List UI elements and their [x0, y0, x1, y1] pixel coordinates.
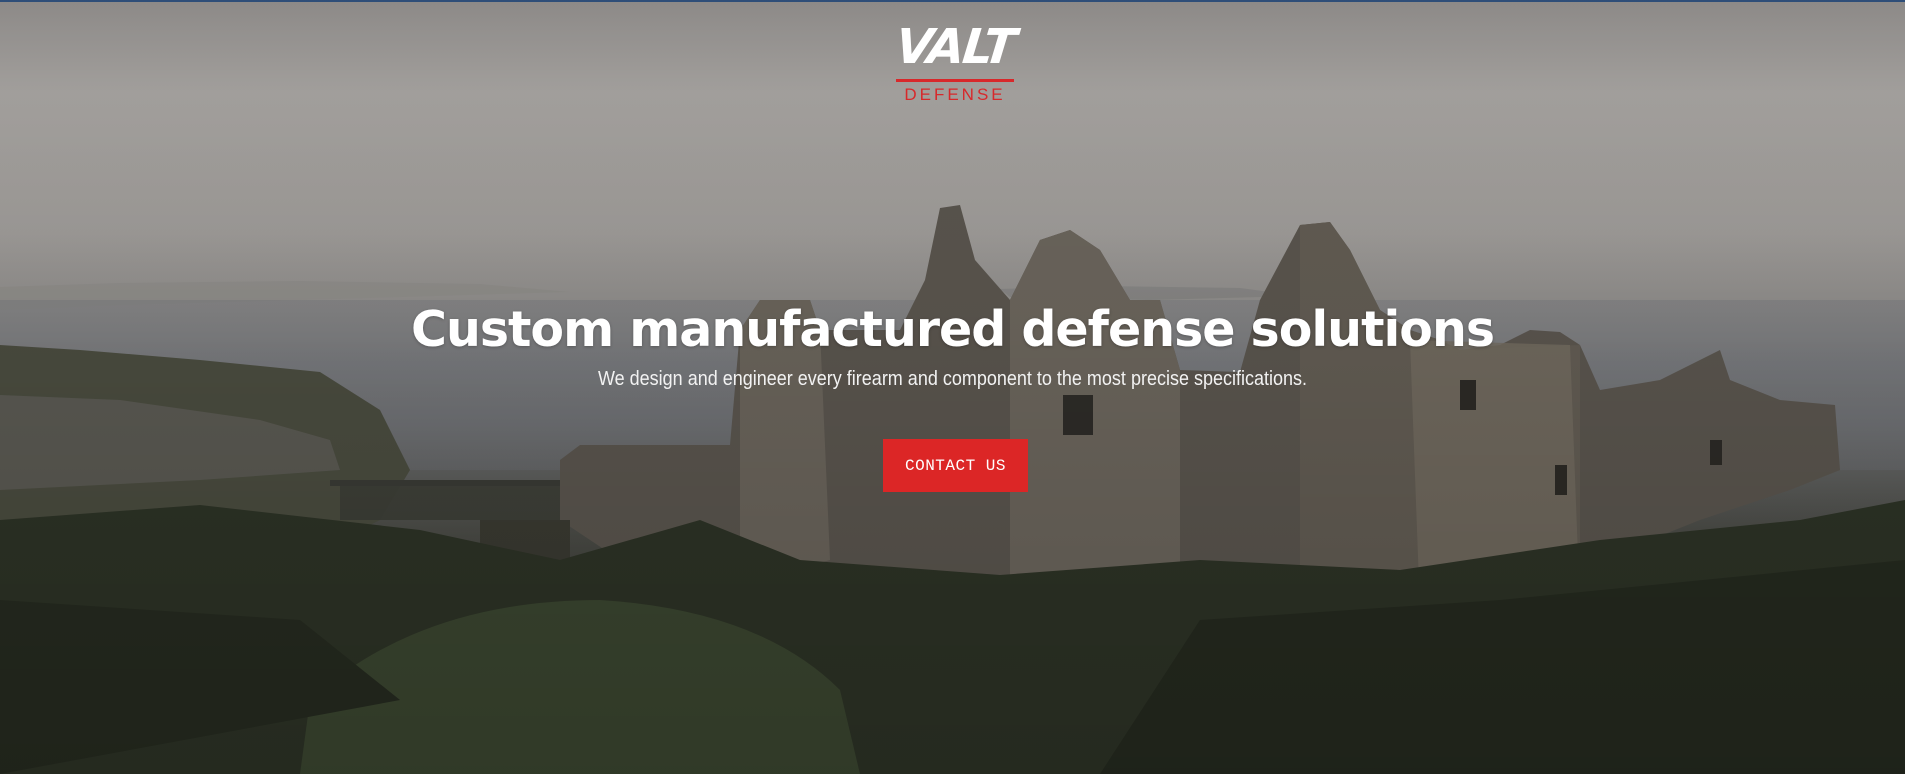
contact-us-button[interactable]: CONTACT US	[883, 439, 1028, 492]
hero-headline: Custom manufactured defense solutions	[410, 301, 1495, 358]
brand-logo[interactable]: VALT DEFENSE	[892, 19, 1018, 106]
logo-subtitle: DEFENSE	[904, 85, 1006, 104]
logo-wordmark: VALT	[892, 19, 1018, 75]
hero-subheadline: We design and engineer every firearm and…	[597, 368, 1308, 390]
logo-divider	[896, 79, 1014, 82]
hero-section: VALT DEFENSE Custom manufactured defense…	[0, 0, 1905, 774]
